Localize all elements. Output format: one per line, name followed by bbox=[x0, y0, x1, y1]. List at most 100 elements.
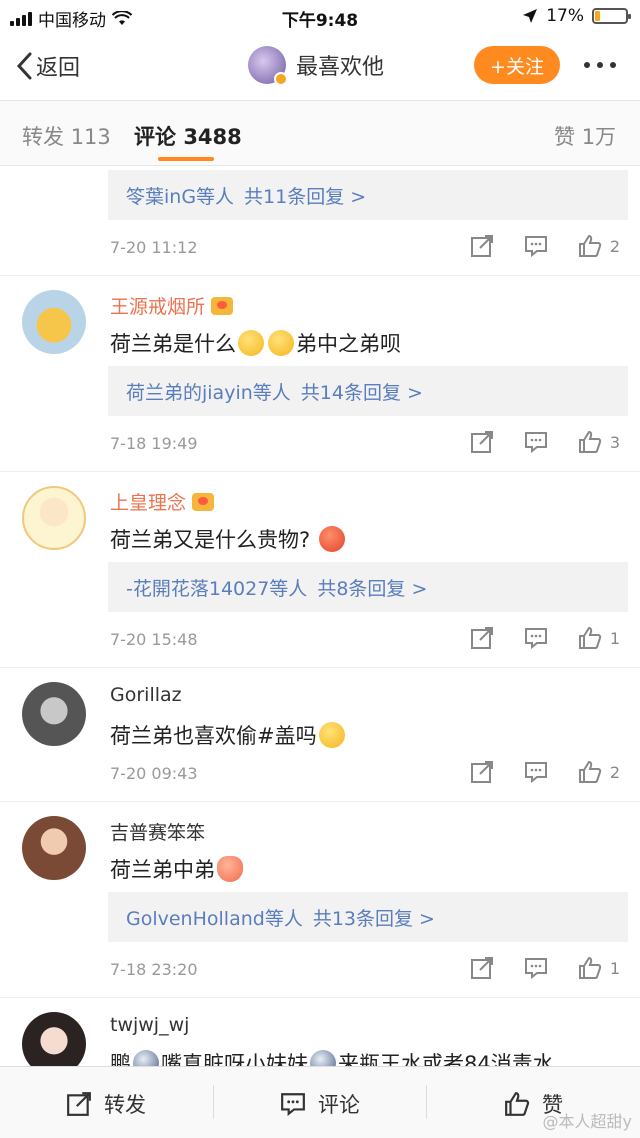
location-icon bbox=[523, 9, 538, 23]
back-label: 返回 bbox=[36, 56, 81, 81]
reply-users: -花開花落14027等人 bbox=[126, 577, 308, 600]
panda-emoji-icon bbox=[310, 1050, 336, 1066]
reply-summary[interactable]: -花開花落14027等人 共8条回复 > bbox=[108, 562, 628, 612]
thumbs-up-icon bbox=[578, 430, 601, 453]
share-icon[interactable] bbox=[470, 234, 494, 258]
tab-count: 113 bbox=[70, 125, 111, 149]
comment-username[interactable]: 上皇理念 bbox=[110, 488, 215, 515]
reply-users: 笭葉inG等人 bbox=[126, 185, 235, 208]
tab-count: 3488 bbox=[183, 125, 242, 149]
tab-label: 赞 bbox=[554, 125, 575, 149]
comment-item: 上皇理念 荷兰弟又是什么贵物? -花開花落14027等人 共8条回复 > 7-2… bbox=[0, 472, 640, 668]
comment-icon[interactable] bbox=[524, 956, 548, 980]
comment-button[interactable]: 评论 bbox=[280, 1089, 360, 1119]
tab-likes[interactable]: 赞 1万 bbox=[554, 121, 616, 151]
reply-count: 共11条回复 > bbox=[244, 185, 367, 208]
like-button[interactable]: 2 bbox=[578, 760, 620, 784]
tab-count: 1万 bbox=[581, 125, 617, 149]
divider bbox=[213, 1085, 214, 1119]
reply-summary[interactable]: 笭葉inG等人 共11条回复 > bbox=[108, 170, 628, 220]
comment-username[interactable]: 王源戒烟所 bbox=[110, 292, 234, 319]
comment-text-part: 鹏 bbox=[110, 1052, 131, 1066]
battery-icon bbox=[592, 8, 631, 24]
avatar[interactable] bbox=[248, 46, 288, 86]
avatar[interactable] bbox=[22, 1012, 86, 1066]
reply-count: 共14条回复 > bbox=[300, 381, 423, 404]
like-button[interactable]: 2 bbox=[578, 234, 620, 258]
comment-text-part: 荷兰弟也喜欢偷#盖吗 bbox=[110, 724, 317, 748]
comment-text-part: 嘴真脏呀小妹妹 bbox=[161, 1052, 308, 1066]
like-count: 2 bbox=[609, 762, 620, 782]
avatar[interactable] bbox=[22, 682, 86, 746]
username-label: twjwj_wj bbox=[110, 1014, 190, 1036]
back-button[interactable]: 返回 bbox=[16, 50, 80, 82]
reply-summary[interactable]: 荷兰弟的jiayin等人 共14条回复 > bbox=[108, 366, 628, 416]
comment-item: twjwj_wj 鹏 嘴真脏呀小妹妹 来瓶王水或者84消毒水 bbox=[0, 998, 640, 1066]
divider bbox=[426, 1085, 427, 1119]
angry-emoji-icon bbox=[318, 526, 345, 552]
avatar[interactable] bbox=[22, 816, 86, 880]
avatar[interactable] bbox=[22, 290, 86, 354]
vip-crown-icon bbox=[211, 296, 234, 315]
tab-bar: 转发 113 评论 3488 赞 1万 bbox=[0, 100, 640, 166]
comment-time: 7-20 09:43 bbox=[110, 764, 198, 783]
comment-time: 7-20 15:48 bbox=[110, 630, 198, 649]
share-icon[interactable] bbox=[470, 626, 494, 650]
like-count: 2 bbox=[609, 236, 620, 256]
comment-icon bbox=[281, 1093, 305, 1117]
tab-label: 转发 bbox=[22, 125, 64, 149]
comment-text: 荷兰弟是什么 弟中之弟呗 bbox=[110, 328, 401, 358]
share-icon[interactable] bbox=[470, 430, 494, 454]
like-button[interactable]: 1 bbox=[578, 626, 620, 650]
comment-icon[interactable] bbox=[524, 760, 548, 784]
comment-time: 7-18 19:49 bbox=[110, 434, 198, 453]
share-icon[interactable] bbox=[470, 956, 494, 980]
tab-label: 评论 bbox=[134, 125, 176, 149]
thumbs-up-icon bbox=[578, 234, 601, 257]
comment-icon[interactable] bbox=[524, 234, 548, 258]
tab-repost[interactable]: 转发 113 bbox=[22, 121, 111, 151]
comment-text-part: 来瓶王水或者84消毒水 bbox=[338, 1052, 554, 1066]
like-button[interactable]: 3 bbox=[578, 430, 620, 454]
comment-text-part: 荷兰弟是什么 bbox=[110, 332, 236, 356]
comment-icon[interactable] bbox=[524, 430, 548, 454]
share-icon bbox=[67, 1092, 91, 1116]
vip-crown-icon bbox=[192, 492, 215, 511]
thumbs-up-icon bbox=[578, 626, 601, 649]
like-button[interactable]: 1 bbox=[578, 956, 620, 980]
comment-text: 鹏 嘴真脏呀小妹妹 来瓶王水或者84消毒水 bbox=[110, 1048, 554, 1066]
watermark: @本人超甜y bbox=[542, 1112, 632, 1131]
avatar[interactable] bbox=[22, 486, 86, 550]
comment-icon[interactable] bbox=[524, 626, 548, 650]
reply-summary[interactable]: GolvenHolland等人 共13条回复 > bbox=[108, 892, 628, 942]
like-count: 1 bbox=[609, 628, 620, 648]
reply-users: GolvenHolland等人 bbox=[126, 907, 303, 930]
comment-username[interactable]: 吉普赛笨笨 bbox=[110, 818, 205, 845]
smirk-emoji-icon bbox=[318, 722, 345, 748]
share-icon[interactable] bbox=[470, 760, 494, 784]
follow-button[interactable]: +关注 bbox=[474, 46, 560, 84]
comment-item: 王源戒烟所 荷兰弟是什么 弟中之弟呗 荷兰弟的jiayin等人 共14条回复 > … bbox=[0, 276, 640, 472]
repost-label: 转发 bbox=[104, 1093, 146, 1117]
tab-comments[interactable]: 评论 3488 bbox=[134, 121, 242, 151]
thumbs-up-icon bbox=[578, 956, 601, 979]
comment-label: 评论 bbox=[318, 1093, 360, 1117]
thumbs-up-icon bbox=[505, 1092, 530, 1116]
comment-text: 荷兰弟又是什么贵物? bbox=[110, 524, 347, 554]
like-count: 1 bbox=[609, 958, 620, 978]
comment-text-part: 荷兰弟又是什么贵物? bbox=[110, 528, 311, 552]
battery-percent: 17% bbox=[546, 6, 584, 26]
comment-list: 笭葉inG等人 共11条回复 > 7-20 11:12 2 王源戒烟所 荷兰弟是… bbox=[0, 166, 640, 1066]
comment-item: 笭葉inG等人 共11条回复 > 7-20 11:12 2 bbox=[0, 166, 640, 276]
panda-emoji-icon bbox=[133, 1050, 159, 1066]
active-tab-indicator bbox=[158, 157, 214, 161]
comment-username[interactable]: twjwj_wj bbox=[110, 1014, 189, 1036]
nav-bar: 返回 最喜欢他 +关注 bbox=[0, 34, 640, 100]
comment-item: Gorillaz 荷兰弟也喜欢偷#盖吗 7-20 09:43 2 bbox=[0, 668, 640, 802]
repost-button[interactable]: 转发 bbox=[66, 1089, 146, 1119]
username-label: 王源戒烟所 bbox=[110, 296, 206, 318]
comment-username[interactable]: Gorillaz bbox=[110, 684, 182, 706]
sleepy-emoji-icon bbox=[238, 330, 264, 356]
more-options-icon[interactable] bbox=[584, 62, 616, 68]
username-label: Gorillaz bbox=[110, 684, 182, 706]
